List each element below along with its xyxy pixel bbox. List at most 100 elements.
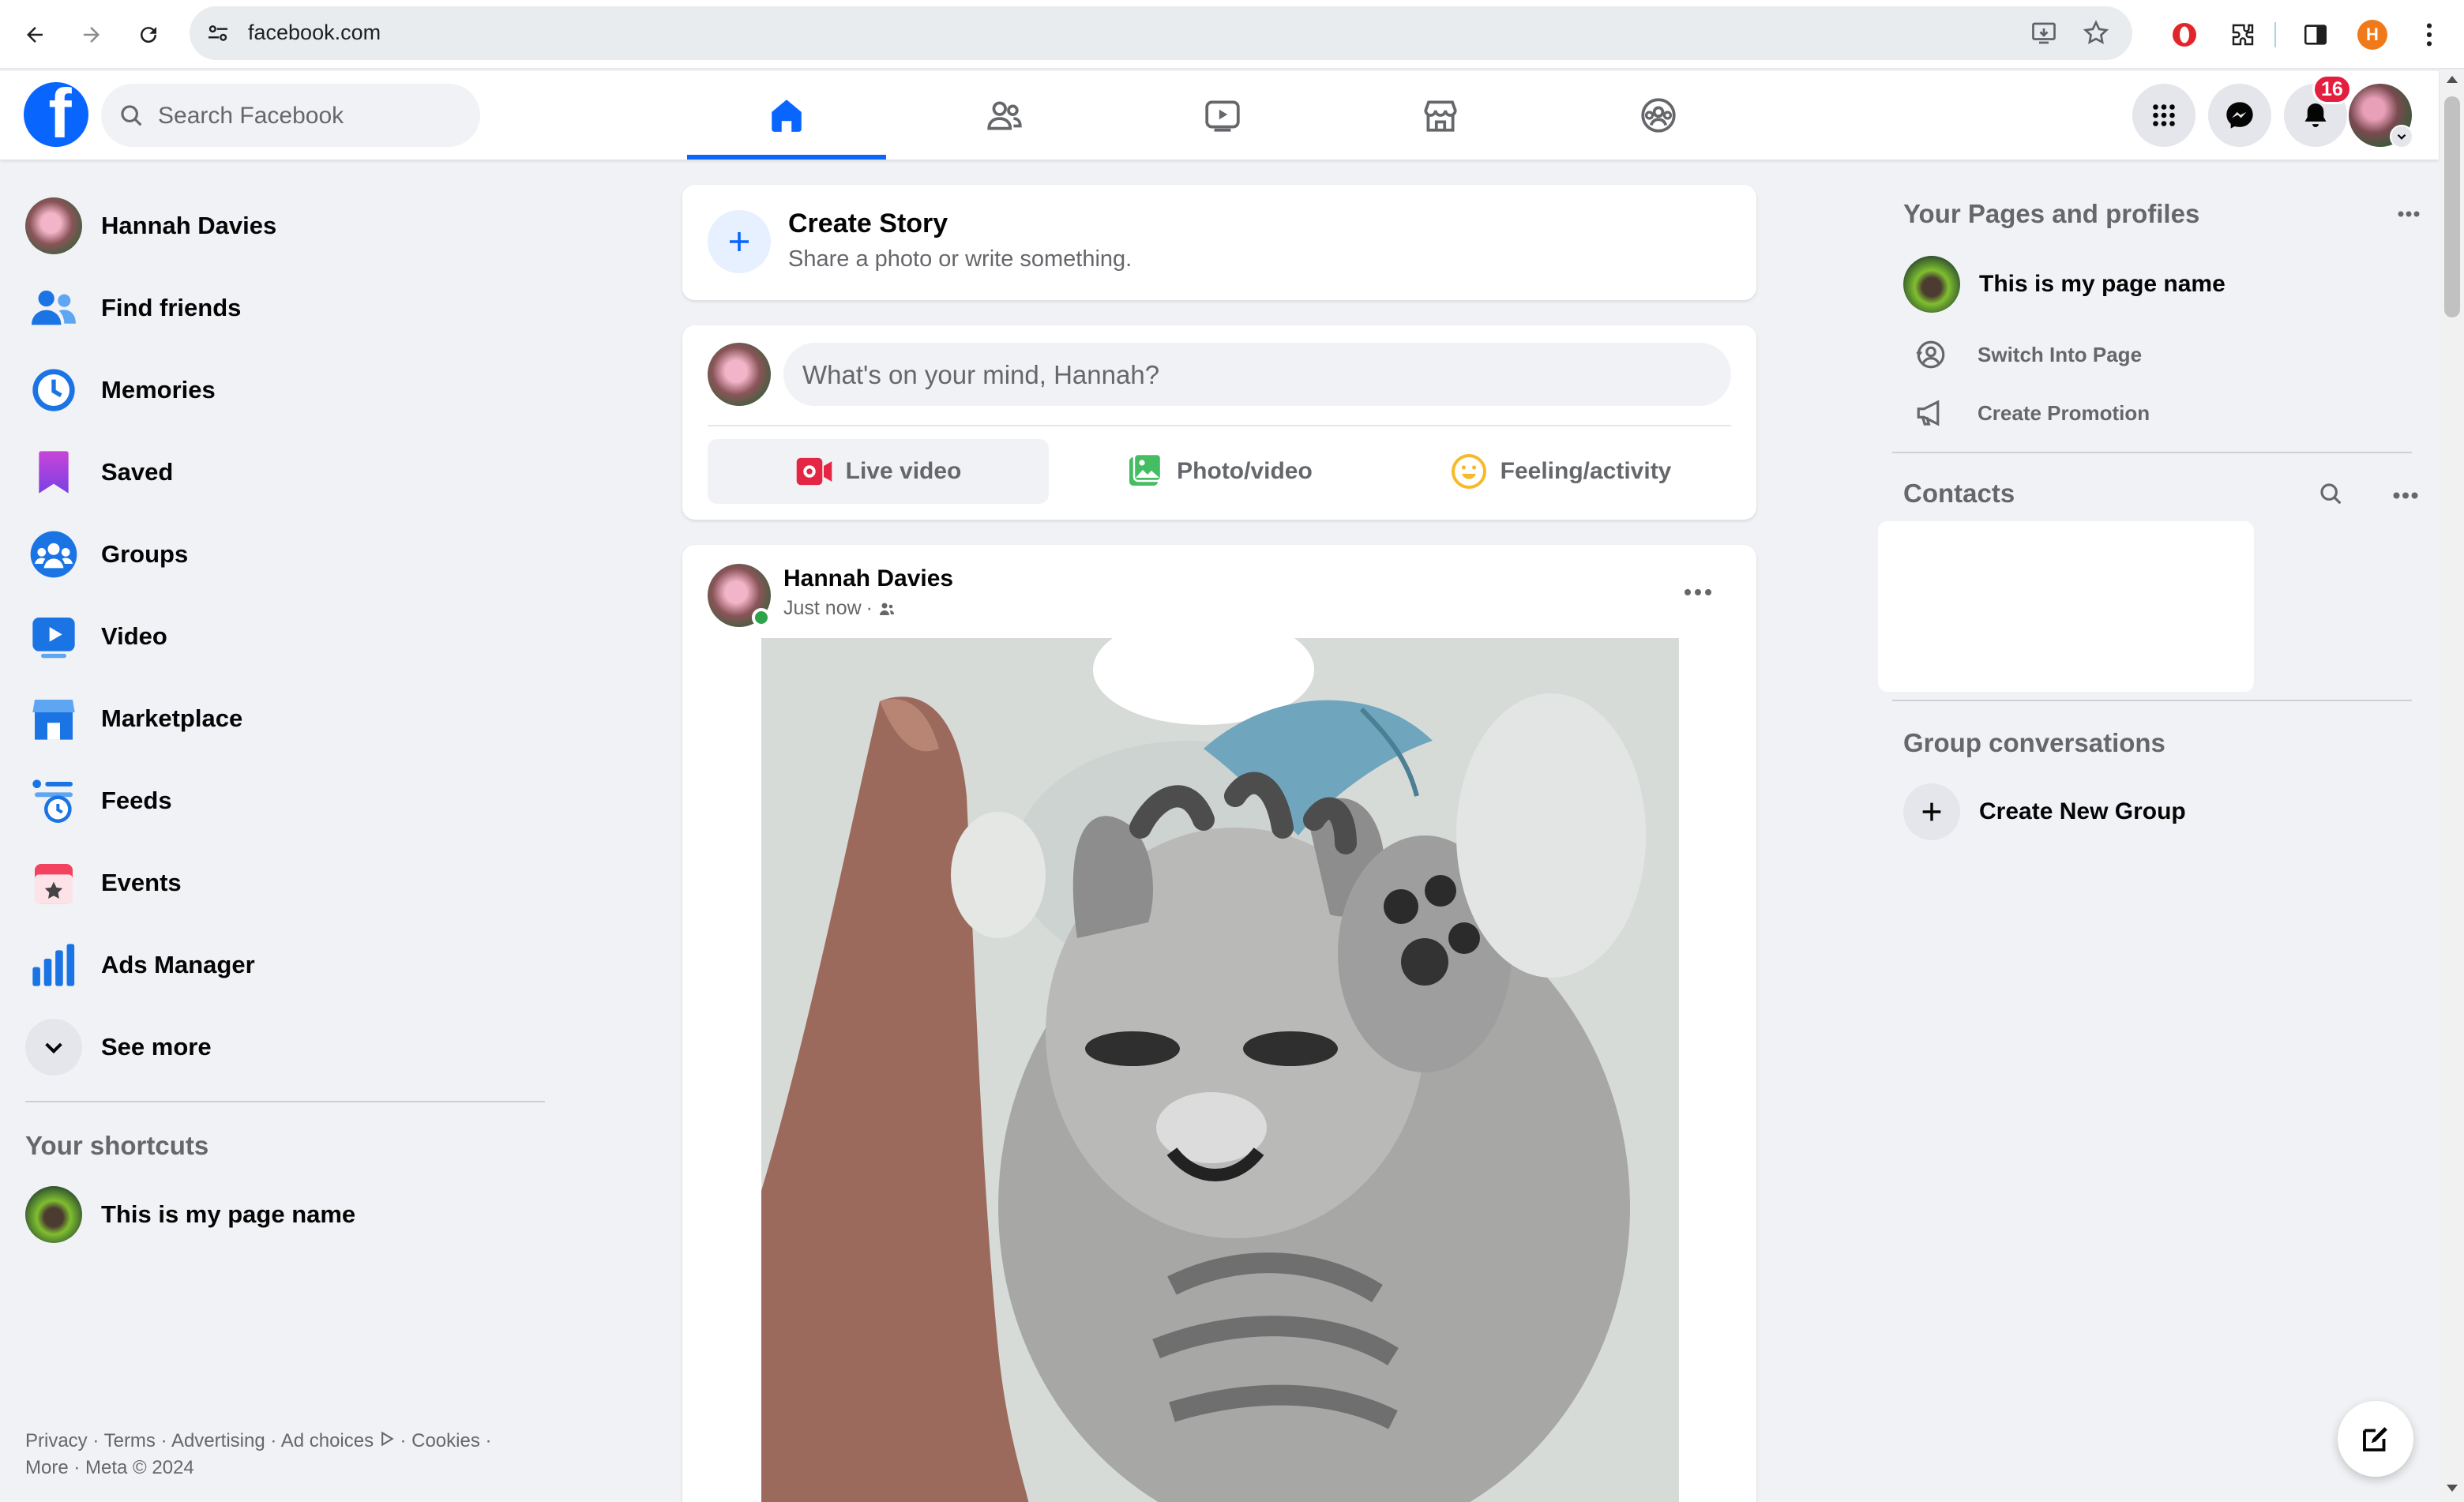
sidebar-item-find-friends[interactable]: Find friends (13, 272, 550, 344)
profile-initial: H (2357, 20, 2387, 50)
sidebar-item-label: Video (101, 622, 167, 650)
site-settings-icon[interactable] (205, 21, 231, 50)
composer-divider (708, 425, 1731, 426)
facebook-logo[interactable]: f (24, 82, 88, 147)
side-panel-icon[interactable] (2297, 16, 2334, 54)
install-app-icon[interactable] (2030, 19, 2058, 51)
tab-groups[interactable] (1559, 71, 1758, 160)
sidebar-item-see-more[interactable]: See more (13, 1011, 550, 1083)
create-promotion-button[interactable]: Create Promotion (1914, 396, 2150, 430)
sidebar-item-ads-manager[interactable]: Ads Manager (13, 929, 550, 1001)
live-video-button[interactable]: Live video (708, 439, 1049, 504)
forward-arrow-icon[interactable] (73, 16, 111, 54)
status-placeholder: What's on your mind, Hannah? (802, 360, 1160, 389)
avatar[interactable] (708, 343, 771, 406)
post-image[interactable] (761, 638, 1679, 1502)
sidebar-item-saved[interactable]: Saved (13, 436, 550, 509)
photo-icon (1129, 452, 1163, 486)
footer-link-privacy[interactable]: Privacy (25, 1430, 88, 1451)
groups-icon (1641, 98, 1676, 133)
post-meta: Just now · (783, 597, 896, 620)
sidebar-item-events[interactable]: Events (13, 847, 550, 919)
sidebar-item-label: Find friends (101, 294, 242, 321)
smiley-icon (1451, 454, 1486, 489)
kitten-photo (761, 638, 1679, 1502)
extensions-puzzle-icon[interactable] (2224, 16, 2262, 54)
shortcut-item-page[interactable]: This is my page name (13, 1178, 550, 1251)
pages-options-icon[interactable] (2385, 202, 2432, 226)
toolbar-separator (2274, 22, 2276, 47)
footer-link-ad-choices[interactable]: Ad choices (281, 1430, 374, 1451)
create-story-title: Create Story (788, 208, 948, 238)
footer-link-cookies[interactable]: Cookies (411, 1430, 480, 1451)
notification-badge: 16 (2312, 74, 2352, 104)
create-new-group-button[interactable]: Create New Group (1892, 783, 2186, 840)
video-icon (1205, 100, 1240, 132)
online-status-dot (752, 608, 771, 627)
footer-link-advertising[interactable]: Advertising (171, 1430, 265, 1451)
contacts-options-icon[interactable] (2382, 483, 2429, 507)
feeling-activity-button[interactable]: Feeling/activity (1390, 439, 1731, 504)
sidebar-item-marketplace[interactable]: Marketplace (13, 682, 550, 755)
logo-letter: f (48, 82, 72, 147)
status-input[interactable]: What's on your mind, Hannah? (783, 343, 1731, 406)
footer-links: Privacy · Terms · Advertising · Ad choic… (25, 1430, 492, 1478)
browser-menu-icon[interactable] (2410, 16, 2448, 54)
right-divider (1892, 452, 2412, 453)
tab-marketplace[interactable] (1341, 71, 1540, 160)
switch-into-page-button[interactable]: Switch Into Page (1914, 338, 2142, 371)
opera-extension-icon[interactable] (2165, 16, 2203, 54)
plus-icon (1903, 783, 1960, 840)
create-story-card[interactable]: Create Story Share a photo or write some… (682, 185, 1756, 300)
audience-friends-icon[interactable] (877, 599, 896, 618)
search-input[interactable]: Search Facebook (101, 84, 480, 147)
page-scrollbar[interactable] (2440, 71, 2464, 1502)
profile-avatar-button[interactable]: H (2353, 16, 2391, 54)
post-time[interactable]: Just now (783, 597, 862, 620)
sidebar-item-video[interactable]: Video (13, 600, 550, 673)
tab-video[interactable] (1123, 71, 1322, 160)
page-avatar (1903, 256, 1960, 313)
marketplace-icon (25, 690, 82, 747)
sidebar-item-groups[interactable]: Groups (13, 518, 550, 591)
feeds-icon (25, 772, 82, 829)
events-icon (25, 854, 82, 911)
scroll-thumb[interactable] (2444, 96, 2460, 317)
scroll-down-arrow-icon[interactable] (2447, 1485, 2458, 1492)
scroll-up-arrow-icon[interactable] (2447, 76, 2458, 83)
chevron-down-icon[interactable] (2390, 125, 2413, 148)
contacts-search-icon[interactable] (2316, 479, 2347, 510)
search-icon (121, 105, 142, 126)
bell-icon (2304, 103, 2327, 128)
footer-link-terms[interactable]: Terms (104, 1430, 156, 1451)
address-bar[interactable]: facebook.com (190, 6, 2132, 60)
new-message-button[interactable] (2338, 1401, 2413, 1477)
reload-icon[interactable] (130, 16, 167, 54)
messenger-icon (2226, 102, 2253, 129)
plus-icon (708, 210, 771, 273)
switch-into-page-label: Switch Into Page (1978, 342, 2143, 366)
tab-friends[interactable] (905, 71, 1104, 160)
facebook-header: f Search Facebook 16 (0, 71, 2439, 160)
bookmark-star-icon[interactable] (2082, 19, 2110, 51)
live-video-icon (796, 457, 832, 486)
footer-link-more[interactable]: More (25, 1457, 69, 1478)
url-text[interactable]: facebook.com (248, 21, 381, 45)
menu-grid-button[interactable] (2132, 84, 2195, 147)
sidebar-item-label: Feeds (101, 787, 172, 814)
sidebar-item-profile[interactable]: Hannah Davies (13, 190, 550, 262)
post-author-name[interactable]: Hannah Davies (783, 565, 953, 592)
sidebar-item-label: Memories (101, 376, 216, 404)
photo-video-button[interactable]: Photo/video (1049, 439, 1390, 504)
composer-card: What's on your mind, Hannah? Live video … (682, 325, 1756, 520)
post-options-icon[interactable] (1674, 576, 1722, 608)
messenger-button[interactable] (2208, 84, 2271, 147)
sidebar-item-memories[interactable]: Memories (13, 354, 550, 426)
page-item[interactable]: This is my page name (1892, 256, 2225, 313)
contacts-title: Contacts (1903, 479, 2015, 508)
memories-clock-icon (25, 362, 82, 419)
back-arrow-icon[interactable] (16, 16, 54, 54)
shortcut-label: This is my page name (101, 1200, 356, 1228)
tab-home[interactable] (687, 71, 886, 160)
sidebar-item-feeds[interactable]: Feeds (13, 764, 550, 837)
